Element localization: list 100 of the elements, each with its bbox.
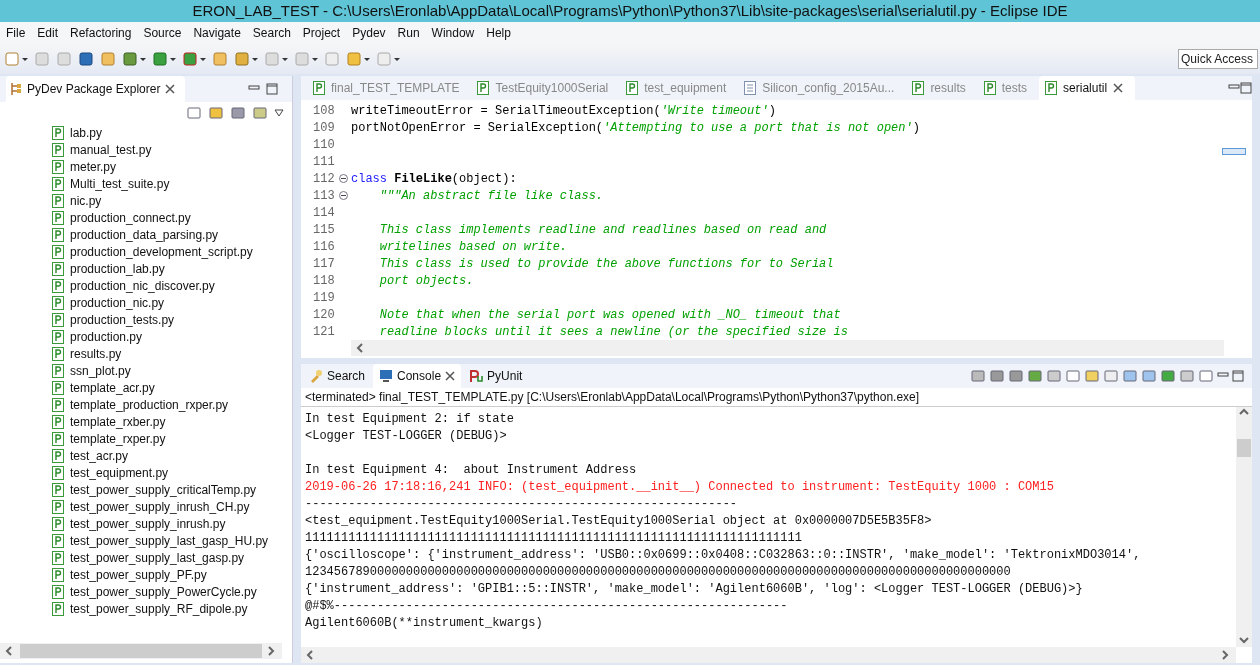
console-line: <Logger TEST-LOGGER (DEBUG)> bbox=[305, 428, 508, 445]
module-entry[interactable]: test_power_supply_inrush.py bbox=[70, 516, 226, 531]
console-header: <terminated> final_TEST_TEMPLATE.py [C:\Users\Eronlab\AppData\Local\Programs\Python\Python37\python.exe] bbox=[301, 388, 1252, 407]
close-icon[interactable] bbox=[1113, 83, 1124, 93]
module-entry[interactable]: results.py bbox=[70, 346, 122, 361]
window-title: ERON_LAB_TEST - C:\Users\Eronlab\AppData\Local\Programs\Python\Python37\Lib\site-packages\serial\serialutil.py - Eclipse IDE bbox=[0, 0, 1260, 22]
console-line: In test Equipment 4: about Instrument Address bbox=[305, 462, 638, 479]
fold-icon[interactable] bbox=[339, 174, 348, 183]
console-line: @#$%--------------------------------------------------------------- bbox=[305, 598, 789, 615]
python-file-icon bbox=[52, 193, 64, 208]
code-line: Note that when the serial port was opened with _NO_ timeout that bbox=[378, 307, 841, 322]
python-file-icon bbox=[52, 176, 64, 191]
code-line: port objects. bbox=[378, 273, 474, 288]
python-file-icon bbox=[52, 380, 64, 395]
editor-tab[interactable]: serialutil bbox=[1039, 76, 1136, 100]
code-line: writelines based on write. bbox=[378, 239, 568, 254]
pyunit-icon bbox=[469, 369, 484, 383]
code-line: This class is used to provide the above functions for to Serial bbox=[378, 256, 834, 271]
module-entry[interactable]: test_equipment.py bbox=[70, 465, 169, 480]
line-number: 111 bbox=[313, 154, 336, 169]
menu-item[interactable]: Window bbox=[427, 26, 483, 40]
module-entry[interactable]: test_power_supply_RF_dipole.py bbox=[70, 601, 248, 616]
python-file-icon bbox=[52, 329, 64, 344]
python-file-icon bbox=[52, 601, 64, 616]
view-tab[interactable]: Search bbox=[303, 364, 372, 388]
package-explorer-icon bbox=[10, 82, 22, 96]
module-entry[interactable]: test_power_supply_PF.py bbox=[70, 567, 207, 582]
code-line: This class implements readline and readlines based on read and bbox=[378, 222, 827, 237]
overview-marker bbox=[1222, 148, 1246, 155]
python-file-icon bbox=[52, 584, 64, 599]
menu-item[interactable]: Source bbox=[139, 26, 190, 40]
maximize-icon[interactable] bbox=[266, 83, 278, 95]
python-file-icon bbox=[52, 363, 64, 378]
module-entry[interactable]: production.py bbox=[70, 329, 143, 344]
menu-item[interactable]: Edit bbox=[33, 26, 67, 40]
quick-access-field[interactable]: Quick Access bbox=[1178, 49, 1258, 69]
maximize-icon[interactable] bbox=[1232, 370, 1244, 382]
line-number: 118 bbox=[313, 273, 336, 288]
module-entry[interactable]: ssn_plot.py bbox=[70, 363, 131, 378]
module-entry[interactable]: production_nic.py bbox=[70, 295, 165, 310]
module-entry[interactable]: test_power_supply_last_gasp_HU.py bbox=[70, 533, 269, 548]
menu-item[interactable]: Search bbox=[248, 26, 299, 40]
close-icon[interactable] bbox=[445, 371, 456, 381]
python-file-icon bbox=[52, 278, 64, 293]
module-entry[interactable]: manual_test.py bbox=[70, 142, 152, 157]
scrollbar-thumb[interactable] bbox=[1237, 439, 1251, 457]
module-entry[interactable]: production_data_parsing.py bbox=[70, 227, 219, 242]
menu-item[interactable]: Help bbox=[482, 26, 519, 40]
scrollbar-thumb[interactable] bbox=[20, 644, 262, 658]
console-line: 111111111111111111111111111111111111111111111111111111111111111111111 bbox=[305, 530, 803, 547]
python-file-icon bbox=[52, 533, 64, 548]
line-number: 121 bbox=[313, 324, 336, 339]
python-file-icon bbox=[52, 244, 64, 259]
module-entry[interactable]: production_lab.py bbox=[70, 261, 165, 276]
module-entry[interactable]: template_rxper.py bbox=[70, 431, 166, 446]
code-line: portNotOpenError = SerialException('Attempting to use a port that is not open') bbox=[351, 120, 920, 135]
module-entry[interactable]: test_acr.py bbox=[70, 448, 129, 463]
code-line: writeTimeoutError = SerialTimeoutException('Write timeout') bbox=[351, 103, 776, 118]
menu-item[interactable]: Pydev bbox=[348, 26, 394, 40]
module-entry[interactable]: Multi_test_suite.py bbox=[70, 176, 170, 191]
module-entry[interactable]: production_tests.py bbox=[70, 312, 175, 327]
menu-item[interactable]: File bbox=[2, 26, 34, 40]
console-line: ------------------------------------------------------------ bbox=[305, 496, 739, 513]
module-entry[interactable]: lab.py bbox=[70, 125, 103, 140]
menu-item[interactable]: Project bbox=[298, 26, 349, 40]
module-entry[interactable]: test_power_supply_last_gasp.py bbox=[70, 550, 245, 565]
explorer-tab[interactable]: PyDev Package Explorer bbox=[6, 76, 186, 102]
python-file-icon bbox=[52, 125, 64, 140]
module-entry[interactable]: template_acr.py bbox=[70, 380, 155, 395]
view-tab[interactable]: Console bbox=[373, 364, 462, 388]
view-menu-icon[interactable] bbox=[274, 109, 284, 117]
python-file-icon bbox=[52, 159, 64, 174]
module-entry[interactable]: test_power_supply_PowerCycle.py bbox=[70, 584, 257, 599]
python-file-icon bbox=[52, 550, 64, 565]
maximize-icon[interactable] bbox=[1240, 82, 1252, 94]
close-icon[interactable] bbox=[165, 84, 176, 94]
line-number: 114 bbox=[313, 205, 336, 220]
python-file-icon bbox=[52, 482, 64, 497]
python-file-icon bbox=[52, 516, 64, 531]
module-entry[interactable]: production_connect.py bbox=[70, 210, 191, 225]
menu-item[interactable]: Refactoring bbox=[66, 26, 140, 40]
text-file-icon bbox=[744, 81, 757, 95]
menu-item[interactable]: Navigate bbox=[189, 26, 249, 40]
fold-icon[interactable] bbox=[339, 191, 348, 200]
console-line: {'instrument_address': 'GPIB1::5::INSTR', 'make_model': 'Agilent6060B', 'log': <Logger TEST-LOGGER (DEBUG)>} bbox=[305, 581, 1084, 598]
module-entry[interactable]: test_power_supply_inrush_CH.py bbox=[70, 499, 250, 514]
module-entry[interactable]: test_power_supply_criticalTemp.py bbox=[70, 482, 257, 497]
module-entry[interactable]: template_rxber.py bbox=[70, 414, 166, 429]
python-file-icon bbox=[477, 81, 490, 95]
module-entry[interactable]: meter.py bbox=[70, 159, 117, 174]
flashlight-icon bbox=[309, 369, 323, 383]
module-entry[interactable]: production_development_script.py bbox=[70, 244, 253, 259]
view-tab[interactable]: PyUnit bbox=[463, 364, 529, 388]
menu-item[interactable]: Run bbox=[393, 26, 428, 40]
module-entry[interactable]: production_nic_discover.py bbox=[70, 278, 215, 293]
python-file-icon bbox=[52, 210, 64, 225]
python-file-icon bbox=[52, 397, 64, 412]
module-entry[interactable]: nic.py bbox=[70, 193, 102, 208]
code-line: readline blocks until it sees a newline (or the specified size is bbox=[378, 324, 848, 339]
module-entry[interactable]: template_production_rxper.py bbox=[70, 397, 229, 412]
